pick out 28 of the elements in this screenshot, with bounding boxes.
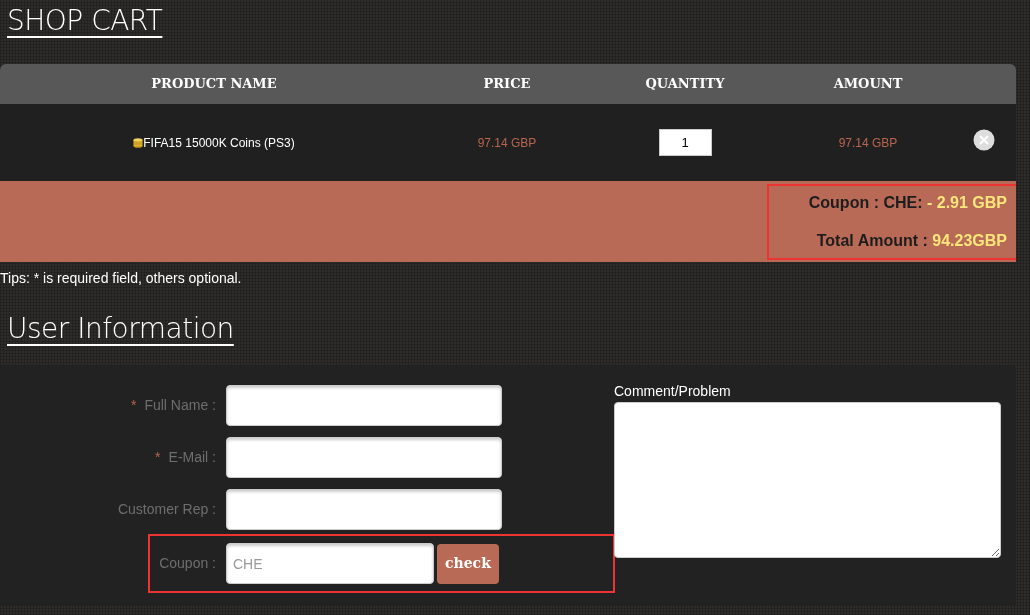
text-input[interactable] [226,437,502,478]
column-header: PRICE [482,75,532,94]
check-button[interactable]: check [437,543,499,584]
tips-text: Tips: * is required field, others optional. [0,269,243,288]
field-label: E-Mail : [168,449,216,465]
column-header: PRODUCT NAME [150,75,278,94]
field-label: Coupon : [159,555,216,571]
coins-icon [133,137,144,148]
text-input[interactable] [226,489,502,530]
coupon-input[interactable]: CHE [226,543,434,584]
text-input[interactable] [226,385,502,426]
section-title: User Information [7,311,234,347]
field-label: Comment/Problem [614,383,732,399]
product-name: FIFA15 15000K Coins (PS3) [133,136,295,150]
comment-textarea[interactable] [614,402,1001,558]
field-label: Full Name : [144,397,216,413]
amount-text: 97.14 GBP [838,136,898,150]
field-label: Customer Rep : [117,501,216,517]
page-title: SHOP CART [6,3,164,39]
price-text: 97.14 GBP [477,136,537,150]
quantity-input[interactable]: 1 [658,129,712,156]
remove-icon[interactable] [973,128,995,151]
required-mark: * [130,397,137,413]
summary-line: Coupon : CHE: - 2.91 GBP [808,192,1007,213]
required-mark: * [155,449,161,465]
column-header: AMOUNT [832,75,904,94]
summary-line: Total Amount : 94.23GBP [816,230,1007,251]
column-header: QUANTITY [644,75,726,94]
